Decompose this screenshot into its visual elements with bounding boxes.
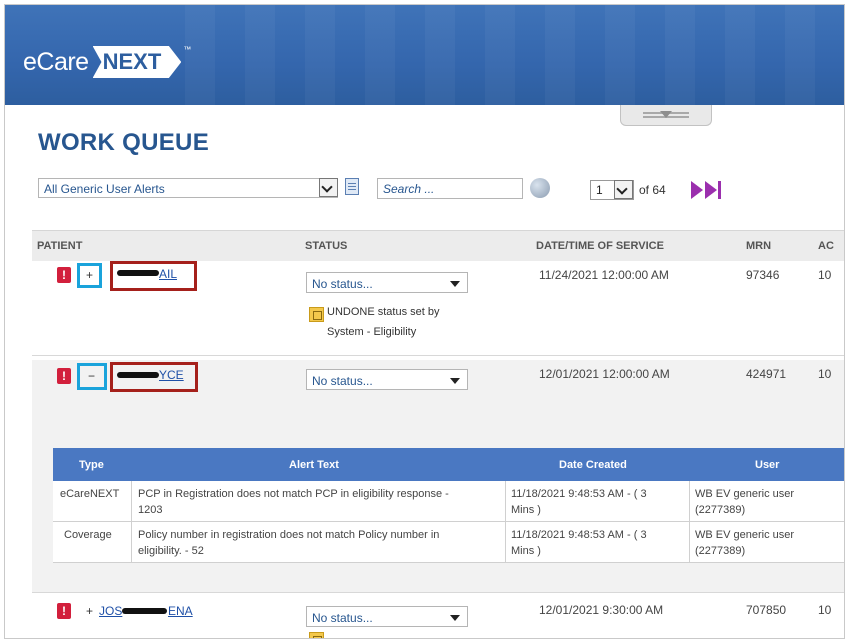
logo-next-text: NEXT: [92, 46, 182, 78]
mrn-value: 97346: [746, 268, 780, 282]
redaction-bar: [117, 372, 159, 378]
alert-date-line2: Mins ): [511, 545, 541, 557]
alert-type: eCareNEXT: [60, 488, 120, 500]
note-icon: [309, 307, 324, 322]
alert-icon: !: [57, 603, 71, 619]
alert-date-line1: 11/18/2021 9:48:53 AM - ( 3: [511, 488, 647, 500]
last-page-bar: [718, 181, 721, 199]
alert-type: Coverage: [64, 529, 112, 541]
service-date: 12/01/2021 12:00:00 AM: [539, 367, 670, 381]
extra-value: 10: [818, 367, 832, 381]
alert-header-text: Alert Text: [289, 459, 339, 471]
page-title: WORK QUEUE: [38, 129, 209, 156]
patient-name-link[interactable]: AIL: [159, 267, 177, 281]
service-date: 12/01/2021 9:30:00 AM: [539, 603, 664, 617]
mrn-value: 424971: [746, 367, 787, 381]
alert-row: Coverage Policy number in registration d…: [53, 522, 844, 563]
status-note-line2: System - Eligibility: [327, 326, 417, 338]
expand-row-button[interactable]: +: [83, 605, 96, 618]
column-divider: [689, 481, 690, 562]
column-divider: [131, 481, 132, 562]
chevron-down-icon: [660, 111, 672, 118]
note-icon: [309, 632, 324, 638]
row-divider: [32, 592, 844, 593]
alert-table-header: Type Alert Text Date Created User: [53, 448, 844, 481]
globe-icon[interactable]: [530, 178, 550, 198]
document-icon[interactable]: [345, 178, 359, 195]
alert-user-line1: WB EV generic user: [695, 529, 795, 541]
search-input[interactable]: Search ...: [377, 178, 523, 199]
last-page-icon[interactable]: [705, 181, 717, 199]
filter-dropdown-button[interactable]: [319, 178, 338, 197]
alert-text-line1: PCP in Registration does not match PCP i…: [138, 488, 449, 500]
status-note-line1: UNDONE status set by: [327, 306, 440, 318]
status-select[interactable]: No status...: [306, 369, 468, 390]
alert-header-type: Type: [79, 459, 104, 471]
alert-user-line1: WB EV generic user: [695, 488, 795, 500]
header-pattern: [185, 5, 844, 105]
alert-user-line2: (2277389): [695, 545, 746, 557]
alert-text-line2: eligibility. - 52: [138, 545, 204, 557]
alert-date-line1: 11/18/2021 9:48:53 AM - ( 3: [511, 529, 647, 541]
alert-text-line2: 1203: [138, 504, 163, 516]
alert-user-line2: (2277389): [695, 504, 746, 516]
patient-name-link[interactable]: ENA: [168, 604, 193, 618]
alert-header-date: Date Created: [559, 459, 627, 471]
column-divider: [505, 481, 506, 562]
page-dropdown-button[interactable]: [614, 180, 633, 199]
expand-row-button[interactable]: +: [83, 269, 96, 282]
patient-name-link[interactable]: YCE: [159, 368, 184, 382]
service-date: 11/24/2021 12:00:00 AM: [539, 268, 669, 282]
alert-filter-select[interactable]: All Generic User Alerts: [38, 178, 338, 198]
header-patient[interactable]: PATIENT: [37, 240, 82, 252]
alert-date-line2: Mins ): [511, 504, 541, 516]
redaction-bar: [122, 608, 167, 614]
header-mrn[interactable]: MRN: [746, 240, 771, 252]
alert-row: eCareNEXT PCP in Registration does not m…: [53, 481, 844, 522]
header-date[interactable]: DATE/TIME OF SERVICE: [536, 240, 664, 252]
queue-toolbar: All Generic User Alerts Search ... 1 of …: [5, 175, 844, 205]
row-divider: [32, 355, 844, 356]
next-page-icon[interactable]: [691, 181, 703, 199]
alert-header-user: User: [755, 459, 780, 471]
logo-ecare-text: eCare: [23, 47, 89, 76]
header-status[interactable]: STATUS: [305, 240, 347, 252]
patient-name-link-prefix[interactable]: JOS: [99, 604, 122, 618]
patient-name-highlight: [110, 261, 197, 291]
app-window: eCare NEXT ™ WORK QUEUE All Generic User…: [4, 4, 845, 639]
status-select[interactable]: No status...: [306, 272, 468, 293]
redaction-bar: [117, 270, 159, 276]
mrn-value: 707850: [746, 603, 787, 617]
header-extra[interactable]: AC: [818, 240, 834, 252]
ecare-next-logo: eCare NEXT ™: [23, 45, 191, 79]
status-select[interactable]: No status...: [306, 606, 468, 627]
alert-icon: !: [57, 267, 71, 283]
extra-value: 10: [818, 603, 832, 617]
alert-icon: !: [57, 368, 71, 384]
page-count-label: of 64: [639, 183, 666, 197]
header-collapse-toggle[interactable]: [620, 105, 712, 126]
logo-trademark: ™: [183, 45, 192, 54]
app-header: eCare NEXT ™: [5, 5, 844, 105]
alert-text-line1: Policy number in registration does not m…: [138, 529, 440, 541]
extra-value: 10: [818, 268, 832, 282]
collapse-row-button[interactable]: −: [85, 370, 98, 383]
work-queue-table-header: PATIENT STATUS DATE/TIME OF SERVICE MRN …: [32, 230, 844, 261]
